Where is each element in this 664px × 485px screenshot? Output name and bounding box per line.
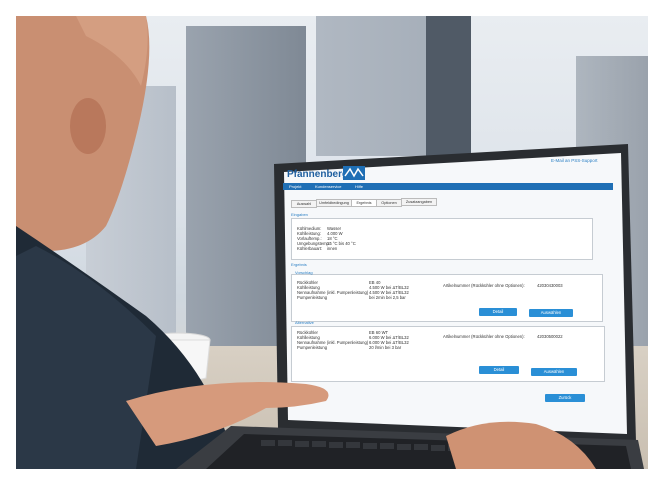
tab-zusatzangaben[interactable]: Zusatzangaben bbox=[401, 198, 437, 206]
nav-kundenservice[interactable]: Kundenservice bbox=[315, 184, 341, 189]
back-button[interactable]: Zurück bbox=[545, 394, 585, 402]
photo-frame: E-Mail an PSS-Support Pfannenberg Projek… bbox=[0, 0, 664, 485]
input-value: innen bbox=[327, 246, 338, 251]
brand-logo: Pfannenberg bbox=[287, 169, 349, 180]
pfannenberg-app-screen: E-Mail an PSS-Support Pfannenberg Projek… bbox=[283, 156, 613, 406]
tab-umfeldbedingung[interactable]: Umfeldbedingung bbox=[316, 199, 352, 207]
select-button[interactable]: Auswählen bbox=[529, 309, 573, 317]
nav-projekt[interactable]: Projekt bbox=[289, 184, 301, 189]
nav-hilfe[interactable]: Hilfe bbox=[355, 184, 363, 189]
result-value: bei 2min bei 2,5 bar bbox=[369, 295, 406, 300]
result-label: Pumpenleistung bbox=[297, 345, 328, 350]
result-group1-title: Vorschlag bbox=[295, 270, 313, 275]
support-link[interactable]: E-Mail an PSS-Support bbox=[551, 158, 598, 163]
details-button[interactable]: Detail bbox=[479, 366, 519, 374]
brand-logo-icon bbox=[343, 166, 365, 180]
section-input-title: Eingaben bbox=[291, 212, 308, 217]
result-group2-title: Alternative bbox=[295, 320, 314, 325]
select-button[interactable]: Auswählen bbox=[531, 368, 577, 376]
tab-auswahl[interactable]: Auswahl bbox=[291, 200, 317, 208]
article-number: 42030430003 bbox=[537, 283, 563, 288]
section-result-title: Ergebnis bbox=[291, 262, 307, 267]
details-button[interactable]: Detail bbox=[479, 308, 517, 316]
article-number-label: Artikelnummer (Rückkühler ohne Optionen)… bbox=[443, 283, 525, 288]
result-value: 20 l/min bei 3 bar bbox=[369, 345, 402, 350]
article-number: 42030500022 bbox=[537, 334, 563, 339]
input-label: Kühlerbauart: bbox=[297, 246, 323, 251]
tab-ergebnis[interactable]: Ergebnis bbox=[351, 199, 377, 207]
article-number-label: Artikelnummer (Rückkühler ohne Optionen)… bbox=[443, 334, 525, 339]
tab-optionen[interactable]: Optionen bbox=[376, 199, 402, 207]
result-label: Pumpenleistung bbox=[297, 295, 328, 300]
